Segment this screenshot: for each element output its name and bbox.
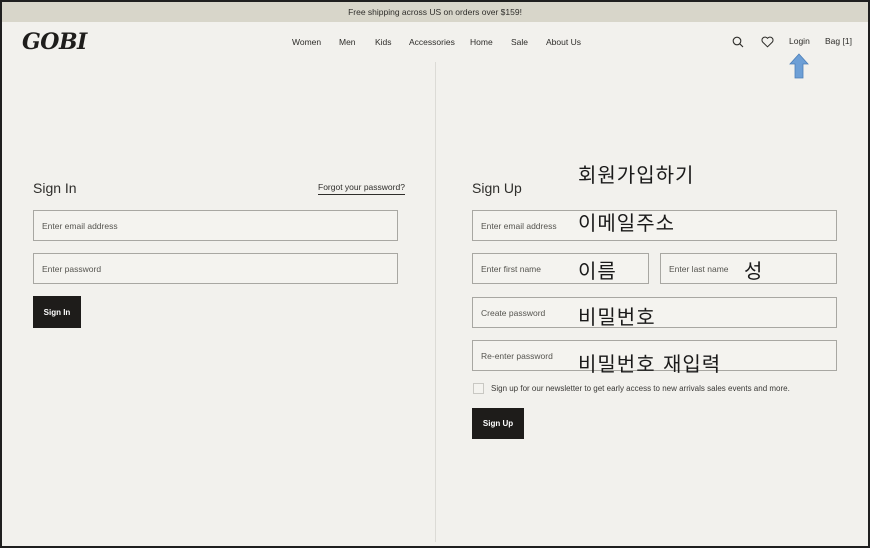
signup-first-name-input[interactable] — [472, 253, 649, 284]
signin-button[interactable]: Sign In — [33, 296, 81, 328]
nav-item-sale[interactable]: Sale — [511, 37, 528, 47]
search-icon[interactable] — [732, 36, 744, 48]
nav-item-accessories[interactable]: Accessories — [409, 37, 455, 47]
signin-password-input[interactable] — [33, 253, 398, 284]
nav-item-men[interactable]: Men — [339, 37, 356, 47]
nav-item-women[interactable]: Women — [292, 37, 321, 47]
heart-icon[interactable] — [761, 36, 774, 48]
annotation-signup-heading: 회원가입하기 — [578, 163, 695, 187]
column-divider — [435, 62, 436, 542]
arrow-up-icon — [789, 53, 809, 79]
promo-text: Free shipping across US on orders over $… — [348, 7, 522, 17]
signup-button[interactable]: Sign Up — [472, 408, 524, 439]
nav-item-about-us[interactable]: About Us — [546, 37, 581, 47]
nav-item-home[interactable]: Home — [470, 37, 493, 47]
site-header: GOBI Women Men Kids Accessories Home Sal… — [2, 22, 868, 62]
bag-link[interactable]: Bag [1] — [825, 36, 852, 46]
annotation-password: 비밀번호 — [578, 305, 656, 329]
annotation-last-name: 성 — [744, 259, 764, 283]
newsletter-label: Sign up for our newsletter to get early … — [491, 384, 790, 393]
signup-title: Sign Up — [472, 180, 522, 196]
annotation-first-name: 이름 — [578, 259, 617, 283]
annotation-reenter-password: 비밀번호 재입력 — [578, 352, 722, 376]
signin-email-input[interactable] — [33, 210, 398, 241]
signin-title: Sign In — [33, 180, 77, 196]
nav-item-kids[interactable]: Kids — [375, 37, 392, 47]
forgot-password-link[interactable]: Forgot your password? — [318, 182, 405, 195]
newsletter-checkbox[interactable] — [473, 383, 484, 394]
login-link[interactable]: Login — [789, 36, 810, 46]
annotation-email: 이메일주소 — [578, 211, 675, 235]
promo-bar: Free shipping across US on orders over $… — [2, 2, 868, 22]
